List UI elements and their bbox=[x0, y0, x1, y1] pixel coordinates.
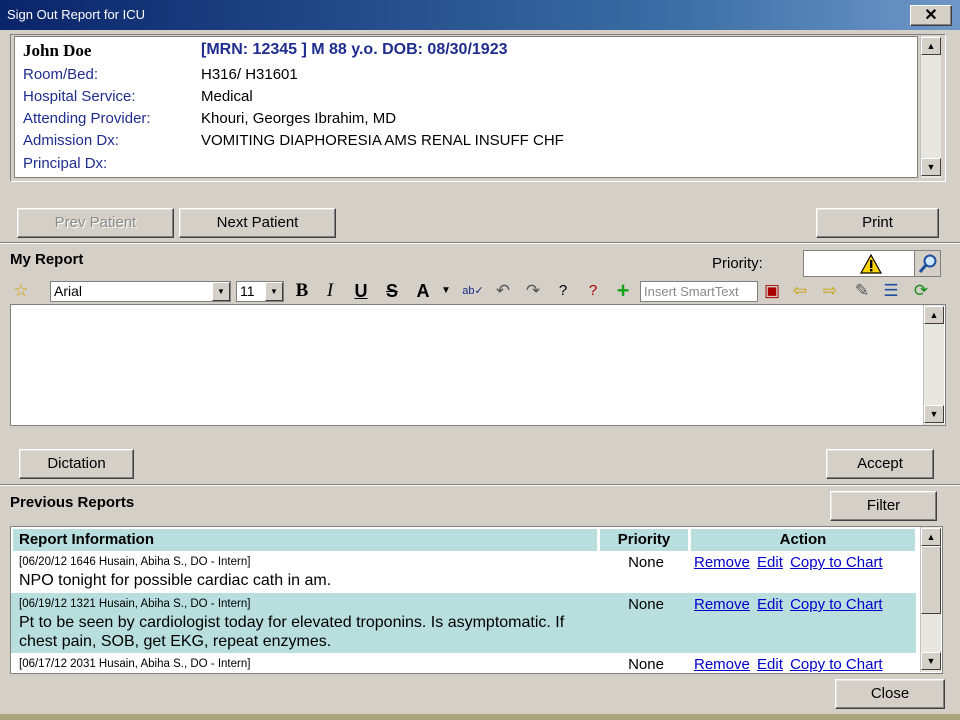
taskbar-strip bbox=[0, 714, 960, 720]
chevron-down-icon[interactable]: ▼ bbox=[435, 279, 457, 303]
patient-scrollbar[interactable]: ▲ ▼ bbox=[920, 36, 941, 178]
search-icon bbox=[918, 254, 937, 273]
font-color-icon[interactable]: A bbox=[412, 279, 434, 303]
priority-label: Priority: bbox=[712, 255, 763, 272]
hospital-service-label: Hospital Service: bbox=[23, 88, 136, 105]
warning-icon bbox=[860, 254, 882, 274]
column-header-report-information: Report Information bbox=[13, 529, 597, 551]
admission-dx-value: VOMITING DIAPHORESIA AMS RENAL INSUFF CH… bbox=[201, 132, 564, 149]
edit-link[interactable]: Edit bbox=[757, 554, 783, 571]
formatting-toolbar: ☆ Arial ▼ 11 ▼ B I U S A ▼ ab✓ ↶ ↷ ? ? +… bbox=[8, 279, 942, 303]
window-title: Sign Out Report for ICU bbox=[7, 7, 145, 22]
attending-provider-value: Khouri, Georges Ibrahim, MD bbox=[201, 110, 397, 127]
list-icon[interactable]: ☰ bbox=[880, 279, 902, 303]
add-icon[interactable]: + bbox=[612, 279, 634, 303]
column-header-action: Action bbox=[691, 529, 915, 551]
my-report-title: My Report bbox=[10, 251, 84, 268]
priority-field[interactable] bbox=[803, 250, 915, 277]
admission-dx-label: Admission Dx: bbox=[23, 132, 119, 149]
title-bar: Sign Out Report for ICU ✕ bbox=[0, 0, 960, 30]
remove-link[interactable]: Remove bbox=[694, 554, 750, 571]
dictation-button[interactable]: Dictation bbox=[19, 449, 134, 479]
filter-button[interactable]: Filter bbox=[830, 491, 937, 521]
edit-link[interactable]: Edit bbox=[757, 656, 783, 673]
spellcheck-icon[interactable]: ab✓ bbox=[462, 279, 484, 303]
scroll-down-icon[interactable]: ▼ bbox=[924, 405, 944, 423]
attending-provider-label: Attending Provider: bbox=[23, 110, 151, 127]
brush-icon[interactable]: ✎ bbox=[851, 279, 873, 303]
report-priority: None bbox=[628, 554, 664, 571]
previous-reports-title: Previous Reports bbox=[10, 494, 135, 511]
close-button[interactable]: Close bbox=[835, 679, 945, 709]
font-size-select[interactable]: 11 ▼ bbox=[236, 281, 284, 302]
underline-icon[interactable]: U bbox=[350, 279, 372, 303]
priority-search-button[interactable] bbox=[914, 250, 941, 277]
window-icon[interactable]: ▣ bbox=[761, 279, 783, 303]
report-editor[interactable] bbox=[10, 304, 946, 426]
close-icon: ✕ bbox=[924, 7, 938, 24]
table-row: [06/17/12 2031 Husain, Abiha S., DO - In… bbox=[11, 653, 916, 673]
scroll-down-icon[interactable]: ▼ bbox=[921, 652, 941, 670]
remove-link[interactable]: Remove bbox=[694, 596, 750, 613]
next-patient-button[interactable]: Next Patient bbox=[179, 208, 336, 238]
arrow-left-icon[interactable]: ⇦ bbox=[789, 279, 811, 303]
divider bbox=[0, 484, 960, 486]
copy-to-chart-link[interactable]: Copy to Chart bbox=[790, 596, 883, 613]
scroll-up-icon[interactable]: ▲ bbox=[921, 37, 941, 55]
copy-to-chart-link[interactable]: Copy to Chart bbox=[790, 656, 883, 673]
report-priority: None bbox=[628, 656, 664, 673]
report-meta: [06/17/12 2031 Husain, Abiha S., DO - In… bbox=[19, 658, 251, 670]
italic-icon[interactable]: I bbox=[319, 279, 341, 303]
star-icon[interactable]: ☆ bbox=[10, 279, 32, 303]
strikethrough-icon[interactable]: S bbox=[381, 279, 403, 303]
patient-mrn-line: [MRN: 12345 ] M 88 y.o. DOB: 08/30/1923 bbox=[201, 41, 508, 58]
previous-reports-table: Report Information Priority Action [06/2… bbox=[10, 526, 943, 674]
remove-link[interactable]: Remove bbox=[694, 656, 750, 673]
print-button[interactable]: Print bbox=[816, 208, 939, 238]
patient-info-panel: John Doe [MRN: 12345 ] M 88 y.o. DOB: 08… bbox=[14, 36, 918, 178]
accept-button[interactable]: Accept bbox=[826, 449, 934, 479]
principal-dx-label: Principal Dx: bbox=[23, 155, 108, 172]
table-row: [06/19/12 1321 Husain, Abiha S., DO - In… bbox=[11, 593, 916, 653]
undo-icon[interactable]: ↶ bbox=[492, 279, 514, 303]
refresh-icon[interactable]: ⟳ bbox=[910, 279, 932, 303]
scroll-down-icon[interactable]: ▼ bbox=[921, 158, 941, 176]
report-meta: [06/20/12 1646 Husain, Abiha S., DO - In… bbox=[19, 556, 251, 568]
editor-scrollbar[interactable]: ▲ ▼ bbox=[923, 305, 944, 425]
report-meta: [06/19/12 1321 Husain, Abiha S., DO - In… bbox=[19, 598, 251, 610]
hospital-service-value: Medical bbox=[201, 88, 253, 105]
copy-to-chart-link[interactable]: Copy to Chart bbox=[790, 554, 883, 571]
patient-name: John Doe bbox=[23, 41, 92, 60]
redo-icon[interactable]: ↷ bbox=[522, 279, 544, 303]
scroll-up-icon[interactable]: ▲ bbox=[924, 306, 944, 324]
report-priority: None bbox=[628, 596, 664, 613]
divider bbox=[0, 242, 960, 244]
column-header-priority: Priority bbox=[600, 529, 688, 551]
font-select[interactable]: Arial ▼ bbox=[50, 281, 231, 302]
scroll-thumb[interactable] bbox=[921, 546, 941, 614]
reports-scrollbar[interactable]: ▲ ▼ bbox=[920, 527, 941, 672]
edit-link[interactable]: Edit bbox=[757, 596, 783, 613]
room-bed-label: Room/Bed: bbox=[23, 66, 99, 83]
report-text: Pt to be seen by cardiologist today for … bbox=[19, 614, 565, 650]
table-row: [06/20/12 1646 Husain, Abiha S., DO - In… bbox=[11, 552, 916, 593]
prev-patient-button[interactable]: Prev Patient bbox=[17, 208, 174, 238]
help-icon[interactable]: ? bbox=[552, 279, 574, 303]
chevron-down-icon: ▼ bbox=[265, 282, 283, 301]
smarttext-input[interactable]: Insert SmartText bbox=[640, 281, 758, 302]
room-bed-value: H316/ H31601 bbox=[201, 66, 298, 83]
close-window-button[interactable]: ✕ bbox=[910, 5, 952, 26]
report-text: NPO tonight for possible cardiac cath in… bbox=[19, 572, 332, 589]
chevron-down-icon: ▼ bbox=[212, 282, 230, 301]
arrow-right-icon[interactable]: ⇨ bbox=[819, 279, 841, 303]
scroll-up-icon[interactable]: ▲ bbox=[921, 528, 941, 546]
template-help-icon[interactable]: ? bbox=[582, 279, 604, 303]
bold-icon[interactable]: B bbox=[291, 279, 313, 303]
